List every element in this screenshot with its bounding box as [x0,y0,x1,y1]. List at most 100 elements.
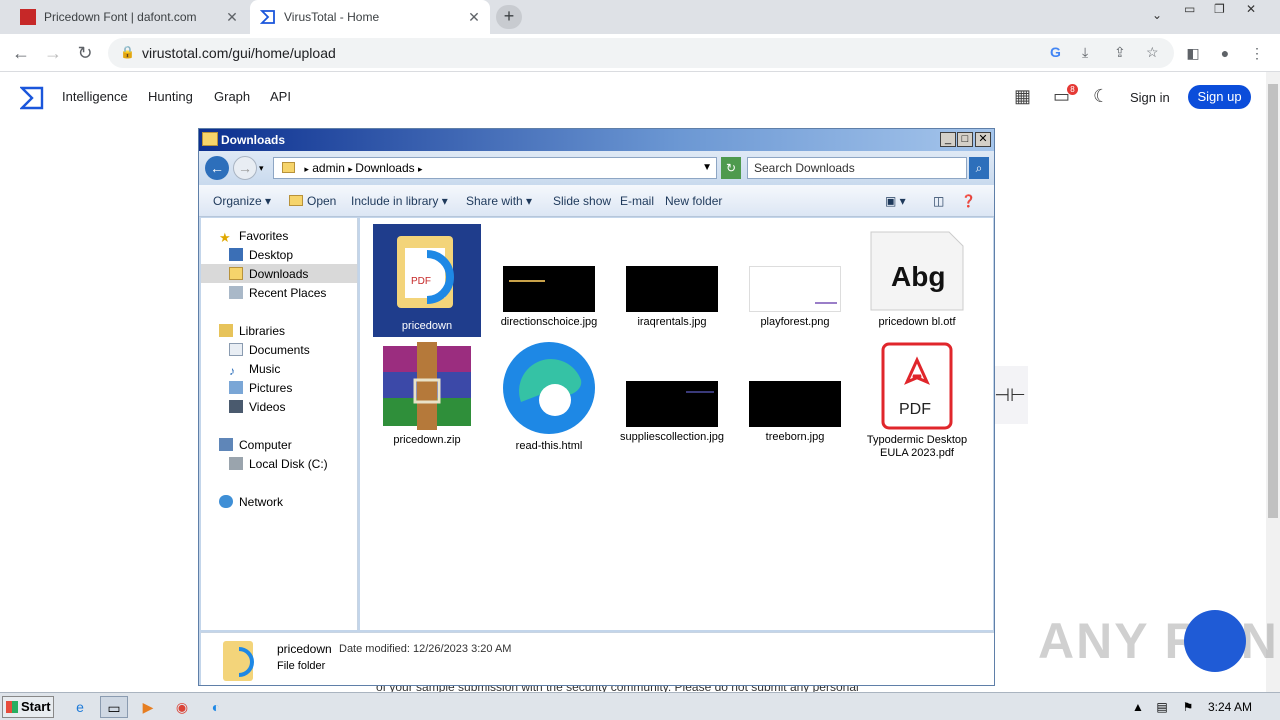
close-tab-icon[interactable]: ✕ [224,9,240,26]
file-item-eula-pdf[interactable]: PDF Typodermic Desktop EULA 2023.pdf [863,342,971,460]
windows-logo-icon [6,701,18,713]
navigation-pane: ★ Favorites Desktop Downloads Recent Plac… [201,218,358,630]
preview-pane-icon[interactable]: ◫ [933,194,944,208]
new-folder-button[interactable]: New folder [665,194,722,208]
restore-icon[interactable]: ❐ [1214,2,1225,16]
close-button[interactable]: ✕ [975,132,991,147]
desktop-icon [229,248,243,261]
include-in-library-menu[interactable]: Include in library ▾ [351,194,448,208]
side-tool-icon[interactable]: ⊣⊢ [992,366,1028,424]
share-with-menu[interactable]: Share with ▾ [466,194,532,208]
side-panel-icon[interactable]: ◧ [1180,41,1206,65]
reload-icon[interactable]: ↻ [72,41,98,65]
file-item-suppliescollection[interactable]: suppliescollection.jpg [618,381,726,444]
nav-music[interactable]: ♪ Music [229,362,280,378]
nav-desktop[interactable]: Desktop [229,248,293,262]
share-icon[interactable]: ⇪ [1114,44,1126,61]
recent-pages-icon[interactable]: ▾ [259,163,264,174]
close-tab-icon[interactable]: ✕ [466,9,482,26]
nav-documents[interactable]: Documents [229,343,310,357]
chrome-icon[interactable]: ◉ [168,696,196,718]
tab-search-icon[interactable]: ⌄ [1152,8,1162,22]
search-icon[interactable]: ⌕ [969,157,989,179]
flag-icon[interactable]: ⚑ [1174,696,1202,718]
media-player-icon[interactable]: ▶ [134,696,162,718]
nav-api[interactable]: API [270,89,291,104]
chevron-down-icon[interactable]: ▼ [702,158,712,178]
forward-arrow-icon[interactable]: → [233,156,257,180]
file-item-iraqrentals[interactable]: iraqrentals.jpg [618,266,726,329]
svg-text:Abg: Abg [891,261,945,292]
image-thumbnail [626,381,718,427]
sign-up-button[interactable]: Sign up [1188,85,1251,109]
music-icon: ♪ [229,364,235,378]
back-arrow-icon[interactable]: ← [205,156,229,180]
file-item-pricedown-folder[interactable]: PDF pricedown [373,224,481,337]
lock-icon[interactable]: 🔒 [120,45,135,59]
font-file-icon: Abg [870,231,964,311]
nav-hunting[interactable]: Hunting [148,89,193,104]
minimize-icon[interactable]: ▭ [1184,2,1195,16]
address-field[interactable]: ▸ admin ▸ Downloads ▸ ▼ [273,157,717,179]
recent-places-icon [229,286,243,299]
profile-icon[interactable]: ● [1212,41,1238,65]
maximize-button[interactable]: □ [957,132,973,147]
open-button[interactable]: Open [289,194,336,208]
file-item-read-this-html[interactable]: read-this.html [495,340,603,453]
dark-mode-icon[interactable]: ☾ [1093,86,1109,107]
nav-local-disk[interactable]: Local Disk (C:) [229,457,328,471]
file-item-playforest[interactable]: playforest.png [741,266,849,329]
breadcrumb-admin[interactable]: admin [312,161,345,175]
virustotal-logo[interactable] [20,86,44,110]
nav-graph[interactable]: Graph [214,89,250,104]
minimize-button[interactable]: _ [940,132,956,147]
edge-icon[interactable]: ◐ [202,696,230,718]
help-icon[interactable]: ❓ [961,194,976,208]
view-options-icon[interactable]: ▣ ▾ [885,194,906,208]
tab-dafont[interactable]: Pricedown Font | dafont.com ✕ [8,0,248,34]
nav-videos[interactable]: Videos [229,400,285,414]
nav-pictures[interactable]: Pictures [229,381,292,395]
nav-favorites[interactable]: ★ Favorites [219,229,288,245]
back-icon[interactable]: ← [8,41,34,65]
tab-virustotal[interactable]: VirusTotal - Home ✕ [250,0,490,34]
address-bar[interactable]: 🔒 virustotal.com/gui/home/upload G ⤓ ⇪ ☆ [108,38,1174,68]
explorer-title-bar[interactable]: Downloads _ □ ✕ [199,129,994,151]
nav-computer[interactable]: Computer [219,438,292,452]
close-window-icon[interactable]: ✕ [1246,2,1256,16]
menu-icon[interactable]: ⋮ [1244,41,1270,65]
network-icon [219,495,233,508]
tab-title: Pricedown Font | dafont.com [44,10,197,24]
install-icon[interactable]: ⤓ [1082,44,1088,61]
ie-icon[interactable]: e [66,696,94,718]
folder-icon [202,132,218,146]
google-icon[interactable]: G [1050,44,1061,60]
search-input[interactable]: Search Downloads [747,157,967,179]
new-tab-button[interactable]: + [496,5,522,29]
nav-intelligence[interactable]: Intelligence [62,89,128,104]
scroll-thumb[interactable] [1268,84,1278,518]
nav-libraries[interactable]: Libraries [219,324,285,338]
file-item-pricedown-otf[interactable]: Abg pricedown bl.otf [863,230,971,329]
file-item-pricedown-zip[interactable]: pricedown.zip [373,342,481,447]
organize-menu[interactable]: Organize ▾ [213,194,271,208]
email-button[interactable]: E-mail [620,194,654,208]
file-item-treeborn[interactable]: treeborn.jpg [741,381,849,444]
sign-in-link[interactable]: Sign in [1130,90,1170,105]
apps-grid-icon[interactable]: ▦ [1014,86,1031,107]
explorer-taskbar-icon[interactable]: ▭ [100,696,128,718]
network-tray-icon[interactable]: ▤ [1148,696,1176,718]
nav-network[interactable]: Network [219,495,283,509]
start-button[interactable]: Start [2,696,54,718]
breadcrumb-downloads[interactable]: Downloads [355,161,414,175]
slide-show-button[interactable]: Slide show [553,194,611,208]
file-item-directionschoice[interactable]: directionschoice.jpg [495,266,603,329]
nav-recent-places[interactable]: Recent Places [229,286,326,300]
page-scrollbar[interactable] [1266,72,1280,692]
folder-icon: PDF [397,236,454,308]
bookmark-star-icon[interactable]: ☆ [1146,44,1159,61]
forward-icon[interactable]: → [40,41,66,65]
nav-downloads[interactable]: Downloads [229,267,308,281]
dafont-icon [20,9,36,25]
refresh-icon[interactable]: ↻ [721,157,741,179]
